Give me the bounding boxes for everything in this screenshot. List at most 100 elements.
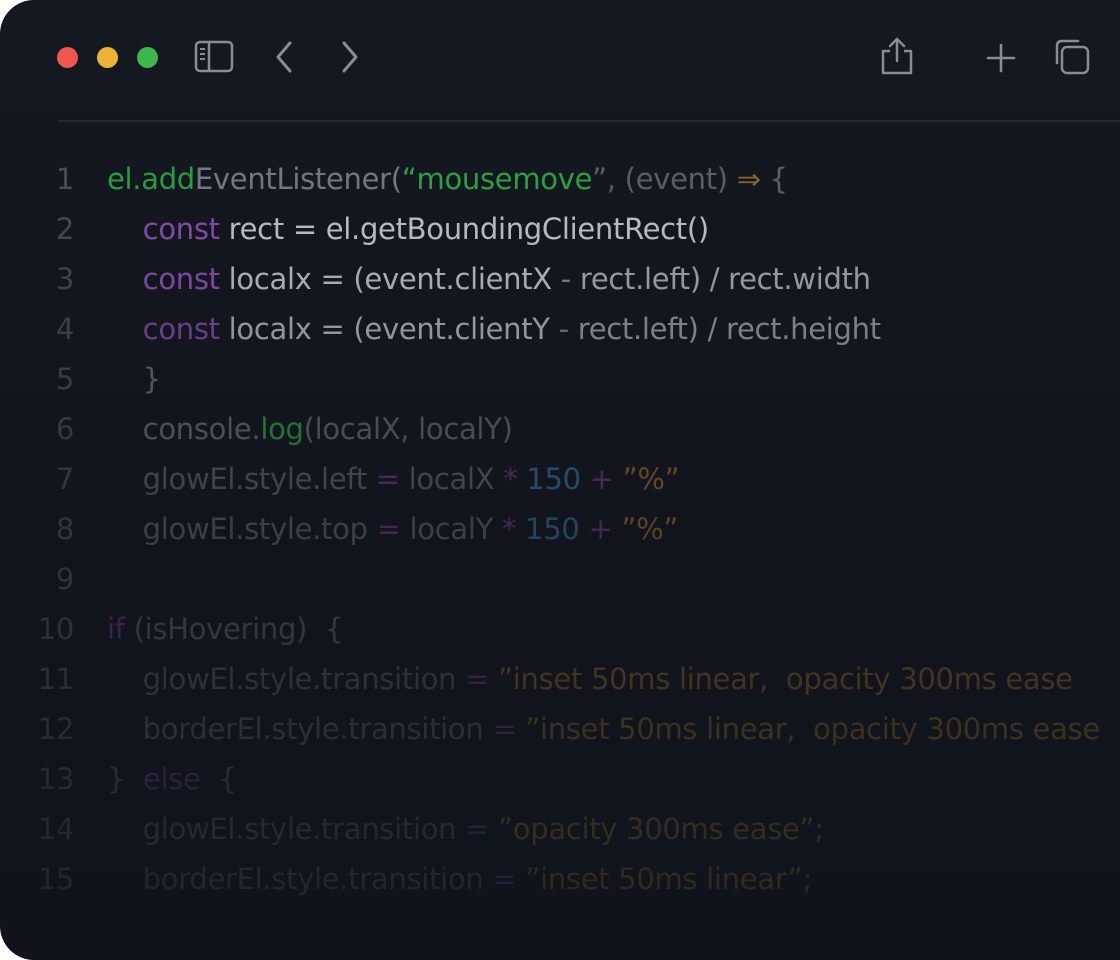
code-text: glowEl.style.left = localX * 150 + ”%” bbox=[107, 454, 680, 504]
copy-icon[interactable] bbox=[1052, 38, 1092, 76]
sidebar-icon[interactable] bbox=[194, 40, 234, 74]
code-token: localY bbox=[400, 512, 502, 546]
code-token: ⇒ bbox=[736, 162, 761, 196]
line-number: 8 bbox=[55, 512, 74, 546]
line-number: 5 bbox=[55, 362, 74, 396]
code-token: 150 bbox=[517, 462, 590, 496]
code-token: * bbox=[503, 462, 518, 496]
code-token: = bbox=[492, 862, 517, 896]
code-token: + bbox=[589, 462, 614, 496]
code-token: console. bbox=[107, 412, 261, 446]
toolbar-divider bbox=[58, 120, 1120, 122]
line-number: 9 bbox=[55, 562, 74, 596]
line-number: 12 bbox=[37, 712, 75, 746]
code-token: glowEl.style.left bbox=[107, 462, 376, 496]
forward-icon[interactable] bbox=[336, 40, 362, 74]
code-token: = bbox=[376, 512, 401, 546]
line-number: 6 bbox=[55, 412, 74, 446]
code-line[interactable]: 15 borderEl.style.transition = ”inset 50… bbox=[0, 854, 1120, 904]
code-line[interactable]: 9 bbox=[0, 554, 1120, 604]
line-number: 11 bbox=[37, 662, 75, 696]
code-token: ”inset 50ms linear, opacity 300ms ease bbox=[516, 712, 1100, 746]
line-number: 10 bbox=[37, 612, 75, 646]
code-text: borderEl.style.transition = ”inset 50ms … bbox=[107, 854, 812, 904]
code-token: borderEl.style.transition bbox=[107, 712, 493, 746]
code-line[interactable]: 2 const rect = el.getBoundingClientRect(… bbox=[0, 204, 1120, 254]
line-number: 7 bbox=[55, 462, 74, 496]
code-token: 150 bbox=[516, 512, 589, 546]
code-token: rect = el.getBoundingClientRect() bbox=[219, 212, 710, 246]
code-token: else bbox=[143, 762, 201, 796]
code-token: - bbox=[560, 262, 571, 296]
plus-icon[interactable] bbox=[985, 42, 1017, 74]
minimize-button[interactable] bbox=[97, 47, 118, 68]
code-token: ”inset 50ms linear”; bbox=[516, 862, 812, 896]
code-token: = bbox=[492, 712, 517, 746]
code-token: localx = (event.clientX bbox=[219, 262, 561, 296]
code-line[interactable]: 4 const localx = (event.clientY - rect.l… bbox=[0, 304, 1120, 354]
line-number: 2 bbox=[55, 212, 74, 246]
code-token: if bbox=[107, 612, 125, 646]
code-token: borderEl.style.transition bbox=[107, 862, 493, 896]
code-text: } else { bbox=[107, 754, 237, 804]
code-token: = bbox=[465, 662, 490, 696]
code-token: = bbox=[465, 812, 490, 846]
code-text: el.addEventListener(“mousemove”, (event)… bbox=[107, 154, 788, 204]
share-icon[interactable] bbox=[880, 36, 914, 76]
code-token: ”%” bbox=[613, 462, 680, 496]
code-token: { bbox=[200, 762, 237, 796]
back-icon[interactable] bbox=[272, 40, 298, 74]
code-text: glowEl.style.transition = ”inset 50ms li… bbox=[107, 654, 1073, 704]
code-token: EventListener( bbox=[194, 162, 402, 196]
code-line[interactable]: 14 glowEl.style.transition = ”opacity 30… bbox=[0, 804, 1120, 854]
code-line[interactable]: 5 } bbox=[0, 354, 1120, 404]
editor-window: 1 el.addEventListener(“mousemove”, (event… bbox=[0, 0, 1120, 960]
maximize-button[interactable] bbox=[137, 47, 158, 68]
code-text: const localx = (event.clientX - rect.lef… bbox=[107, 254, 871, 304]
code-line[interactable]: 8 glowEl.style.top = localY * 150 + ”%” bbox=[0, 504, 1120, 554]
code-line[interactable]: 12 borderEl.style.transition = ”inset 50… bbox=[0, 704, 1120, 754]
code-token: = bbox=[375, 462, 400, 496]
code-token: } bbox=[107, 362, 161, 396]
code-line[interactable]: 11 glowEl.style.transition = ”inset 50ms… bbox=[0, 654, 1120, 704]
toolbar bbox=[0, 0, 1120, 120]
code-text: if (isHovering) { bbox=[107, 604, 343, 654]
code-area[interactable]: 1 el.addEventListener(“mousemove”, (event… bbox=[0, 154, 1120, 904]
code-token: glowEl.style.transition bbox=[107, 812, 466, 846]
line-number: 3 bbox=[55, 262, 74, 296]
code-token: el.add bbox=[107, 162, 195, 196]
code-token: rect.left) / rect.width bbox=[570, 262, 871, 296]
code-text: glowEl.style.transition = ”opacity 300ms… bbox=[107, 804, 824, 854]
code-token: const bbox=[107, 312, 220, 346]
close-button[interactable] bbox=[57, 47, 78, 68]
code-line[interactable]: 1 el.addEventListener(“mousemove”, (event… bbox=[0, 154, 1120, 204]
code-line[interactable]: 7 glowEl.style.left = localX * 150 + ”%” bbox=[0, 454, 1120, 504]
code-text: const localx = (event.clientY - rect.lef… bbox=[107, 304, 881, 354]
line-number: 13 bbox=[37, 762, 75, 796]
code-token: ”, (event) bbox=[592, 162, 737, 196]
line-number: 1 bbox=[55, 162, 74, 196]
code-line[interactable]: 13} else { bbox=[0, 754, 1120, 804]
code-token: rect.left) / rect.height bbox=[568, 312, 881, 346]
code-token: } bbox=[107, 762, 143, 796]
code-token: (localX, localY) bbox=[303, 412, 513, 446]
code-text: console.log(localX, localY) bbox=[107, 404, 513, 454]
code-line[interactable]: 3 const localx = (event.clientX - rect.l… bbox=[0, 254, 1120, 304]
code-token: (isHovering) { bbox=[124, 612, 344, 646]
code-token: glowEl.style.transition bbox=[107, 662, 466, 696]
code-text: glowEl.style.top = localY * 150 + ”%” bbox=[107, 504, 679, 554]
code-token: localx = (event.clientY bbox=[219, 312, 559, 346]
code-token: const bbox=[107, 262, 220, 296]
code-line[interactable]: 10 if (isHovering) { bbox=[0, 604, 1120, 654]
line-number: 15 bbox=[37, 862, 75, 896]
line-number: 4 bbox=[55, 312, 74, 346]
code-token: const bbox=[107, 212, 220, 246]
code-token: “mousemove bbox=[401, 162, 593, 196]
code-token: * bbox=[501, 512, 517, 546]
code-token: - bbox=[558, 312, 569, 346]
code-text: const rect = el.getBoundingClientRect() bbox=[107, 204, 710, 254]
code-token: log bbox=[260, 412, 304, 446]
code-token: + bbox=[588, 512, 613, 546]
code-line[interactable]: 6 console.log(localX, localY) bbox=[0, 404, 1120, 454]
line-number: 14 bbox=[37, 812, 75, 846]
